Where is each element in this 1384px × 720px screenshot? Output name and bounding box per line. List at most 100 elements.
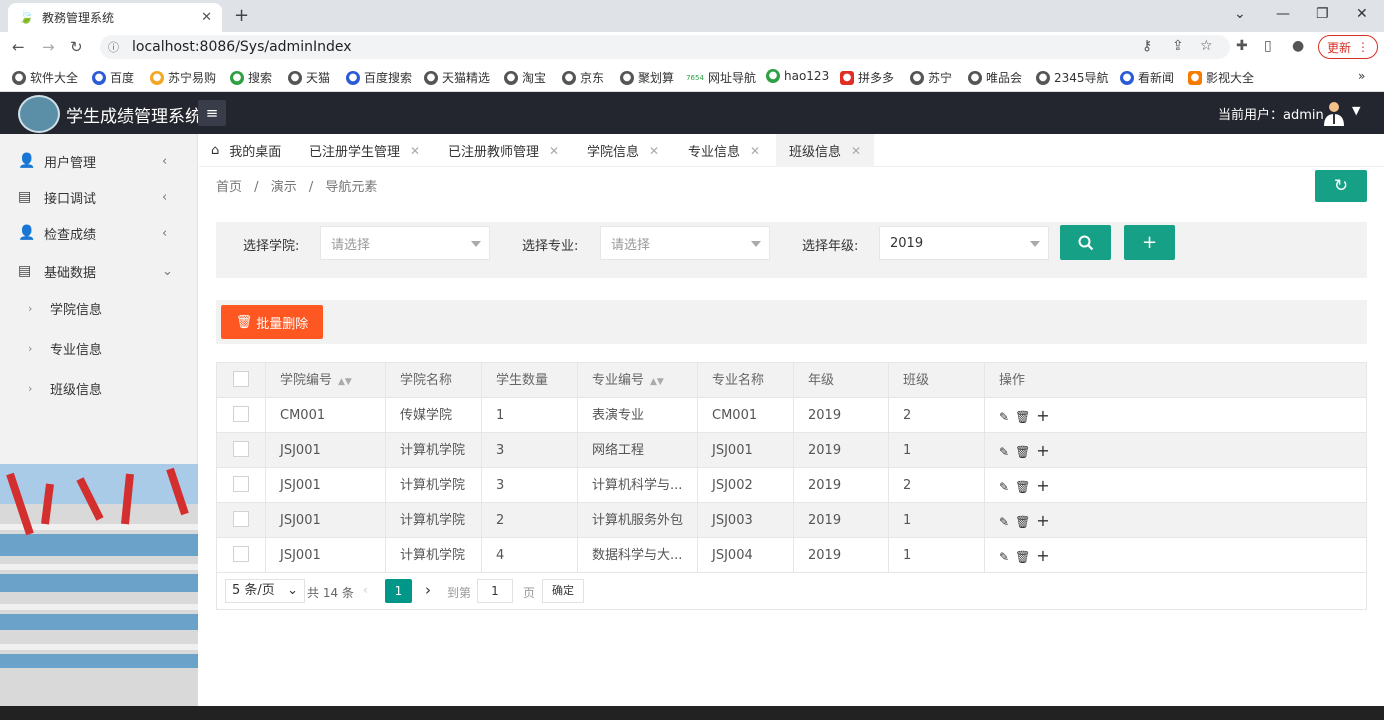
trash-icon[interactable]: 🗑 [1015, 410, 1030, 424]
avatar[interactable] [1322, 100, 1346, 126]
tab-major[interactable]: 专业信息 ✕ [688, 134, 760, 167]
tab-class[interactable]: 班级信息 ✕ [776, 134, 875, 167]
bookmark-item[interactable]: ● 京东 [562, 69, 604, 86]
edit-icon[interactable]: ✎ [999, 445, 1009, 459]
trash-icon[interactable]: 🗑 [1015, 550, 1030, 564]
profile-icon[interactable]: ● [1292, 38, 1304, 54]
row-checkbox[interactable] [217, 503, 266, 538]
bookmark-item[interactable]: ● 唯品会 [968, 69, 1022, 86]
back-icon[interactable]: ← [12, 38, 25, 56]
edit-icon[interactable]: ✎ [999, 550, 1009, 564]
sidebar-subitem-class[interactable]: › 班级信息 [0, 370, 198, 406]
bookmark-item[interactable]: ● 影视大全 [1188, 69, 1254, 86]
close-icon[interactable]: ✕ [549, 144, 559, 158]
sidebar-item-api[interactable]: ▤ 接口调试 ‹ [0, 179, 198, 215]
grade-select[interactable]: 2019 [879, 226, 1049, 260]
trash-icon[interactable]: 🗑 [1015, 445, 1030, 459]
restore-icon[interactable]: ❐ [1316, 6, 1329, 22]
table-row[interactable]: CM001 传媒学院 1 表演专业 CM001 2019 2 ✎ 🗑 + [217, 398, 1366, 433]
table-row[interactable]: JSJ001 计算机学院 2 计算机服务外包 JSJ003 2019 1 ✎ 🗑 + [217, 503, 1366, 538]
goto-confirm-button[interactable]: 确定 [542, 579, 584, 603]
minimize-icon[interactable]: — [1276, 6, 1290, 22]
plus-icon[interactable]: + [1036, 546, 1049, 565]
table-row[interactable]: JSJ001 计算机学院 3 网络工程 JSJ001 2019 1 ✎ 🗑 + [217, 433, 1366, 468]
tab-college[interactable]: 学院信息 ✕ [587, 134, 659, 167]
star-icon[interactable]: ☆ [1200, 38, 1213, 54]
tab-students[interactable]: 已注册学生管理 ✕ [309, 134, 420, 167]
close-icon[interactable]: ✕ [750, 144, 760, 158]
close-icon[interactable]: ✕ [851, 144, 861, 158]
search-button[interactable] [1060, 225, 1111, 260]
sort-icon[interactable]: ▲▼ [338, 377, 352, 387]
sidebar-subitem-college[interactable]: › 学院信息 [0, 290, 198, 326]
close-icon[interactable]: ✕ [649, 144, 659, 158]
bookmark-item[interactable]: ● 2345导航 [1036, 69, 1109, 86]
bookmark-item[interactable]: ● 聚划算 [620, 69, 674, 86]
edit-icon[interactable]: ✎ [999, 515, 1009, 529]
key-icon[interactable]: ⚷ [1142, 38, 1152, 54]
bookmark-item[interactable]: ● 苏宁 [910, 69, 952, 86]
info-icon[interactable]: ⓘ [108, 39, 122, 55]
trash-icon[interactable]: 🗑 [1015, 480, 1030, 494]
row-checkbox[interactable] [217, 468, 266, 503]
sidebar-item-users[interactable]: 👤 用户管理 ‹ [0, 143, 198, 179]
prev-page-icon[interactable]: ‹ [363, 583, 368, 597]
close-tab-icon[interactable]: ✕ [201, 10, 212, 25]
col-college-code[interactable]: 学院编号 ▲▼ [266, 363, 386, 398]
page-size-select[interactable]: 5 条/页 ⌄ [225, 579, 305, 603]
table-row[interactable]: JSJ001 计算机学院 3 计算机科学与... JSJ002 2019 2 ✎ 🗑 + [217, 468, 1366, 503]
batch-delete-button[interactable]: 🗑 批量删除 [221, 305, 323, 339]
col-major-code[interactable]: 专业编号 ▲▼ [578, 363, 698, 398]
next-page-icon[interactable]: › [425, 581, 431, 599]
plus-icon[interactable]: + [1036, 406, 1049, 425]
goto-page-input[interactable]: 1 [477, 579, 513, 603]
sidebar-item-grades[interactable]: 👤 检查成绩 ‹ [0, 215, 198, 251]
select-all-checkbox[interactable] [217, 363, 266, 398]
sidepanel-icon[interactable]: ▯ [1264, 38, 1272, 54]
breadcrumb-home[interactable]: 首页 [216, 180, 242, 195]
bookmark-item[interactable]: ● 软件大全 [12, 69, 78, 86]
plus-icon[interactable]: + [1036, 476, 1049, 495]
close-icon[interactable]: ✕ [410, 144, 420, 158]
row-checkbox[interactable] [217, 538, 266, 573]
college-select[interactable]: 请选择 [320, 226, 490, 260]
bookmark-item[interactable]: ● 天猫 [288, 69, 330, 86]
share-icon[interactable]: ⇪ [1172, 38, 1184, 54]
edit-icon[interactable]: ✎ [999, 480, 1009, 494]
bookmark-item[interactable]: ● 搜索 [230, 69, 272, 86]
plus-icon[interactable]: + [1036, 441, 1049, 460]
user-dropdown-icon[interactable]: ▼ [1352, 104, 1360, 117]
sidebar-subitem-major[interactable]: › 专业信息 [0, 330, 198, 366]
bookmark-item[interactable]: ● 百度 [92, 69, 134, 86]
bookmark-item[interactable]: ● 百度搜索 [346, 69, 412, 86]
bookmark-item[interactable]: ● 苏宁易购 [150, 69, 216, 86]
breadcrumb-demo[interactable]: 演示 [271, 180, 297, 195]
bookmark-item[interactable]: ● 淘宝 [504, 69, 546, 86]
update-button[interactable]: 更新 ⋮ [1318, 35, 1378, 59]
tab-search-icon[interactable]: ⌄ [1234, 6, 1246, 22]
sidebar-item-basedata[interactable]: ▤ 基础数据 ⌄ [0, 253, 198, 289]
bookmark-item[interactable]: ● 天猫精选 [424, 69, 490, 86]
current-page[interactable]: 1 [385, 579, 412, 603]
bookmark-item[interactable]: ● 拼多多 [840, 69, 894, 86]
major-select[interactable]: 请选择 [600, 226, 770, 260]
bookmark-item[interactable]: 7654 网址导航 [686, 69, 756, 86]
sort-icon[interactable]: ▲▼ [650, 377, 664, 387]
refresh-button[interactable]: ↻ [1315, 170, 1367, 202]
plus-icon[interactable]: + [1036, 511, 1049, 530]
tab-teachers[interactable]: 已注册教师管理 ✕ [448, 134, 559, 167]
row-checkbox[interactable] [217, 398, 266, 433]
new-tab-icon[interactable]: + [234, 5, 249, 26]
extensions-icon[interactable]: ✚ [1236, 38, 1248, 54]
bookmark-item[interactable]: ● 看新闻 [1120, 69, 1174, 86]
add-button[interactable]: + [1124, 225, 1175, 260]
bookmark-item[interactable]: ● hao123 [766, 69, 829, 83]
row-checkbox[interactable] [217, 433, 266, 468]
reload-icon[interactable]: ↻ [70, 38, 83, 56]
window-close-icon[interactable]: ✕ [1356, 6, 1368, 22]
browser-tab[interactable]: 🍃 教務管理系统 ✕ [8, 3, 222, 32]
edit-icon[interactable]: ✎ [999, 410, 1009, 424]
menu-toggle-icon[interactable]: ≡ [198, 100, 226, 126]
url-bar[interactable]: ⓘ localhost:8086/Sys/adminIndex [100, 35, 1230, 59]
table-row[interactable]: JSJ001 计算机学院 4 数据科学与大... JSJ004 2019 1 ✎ 🗑 + [217, 538, 1366, 573]
